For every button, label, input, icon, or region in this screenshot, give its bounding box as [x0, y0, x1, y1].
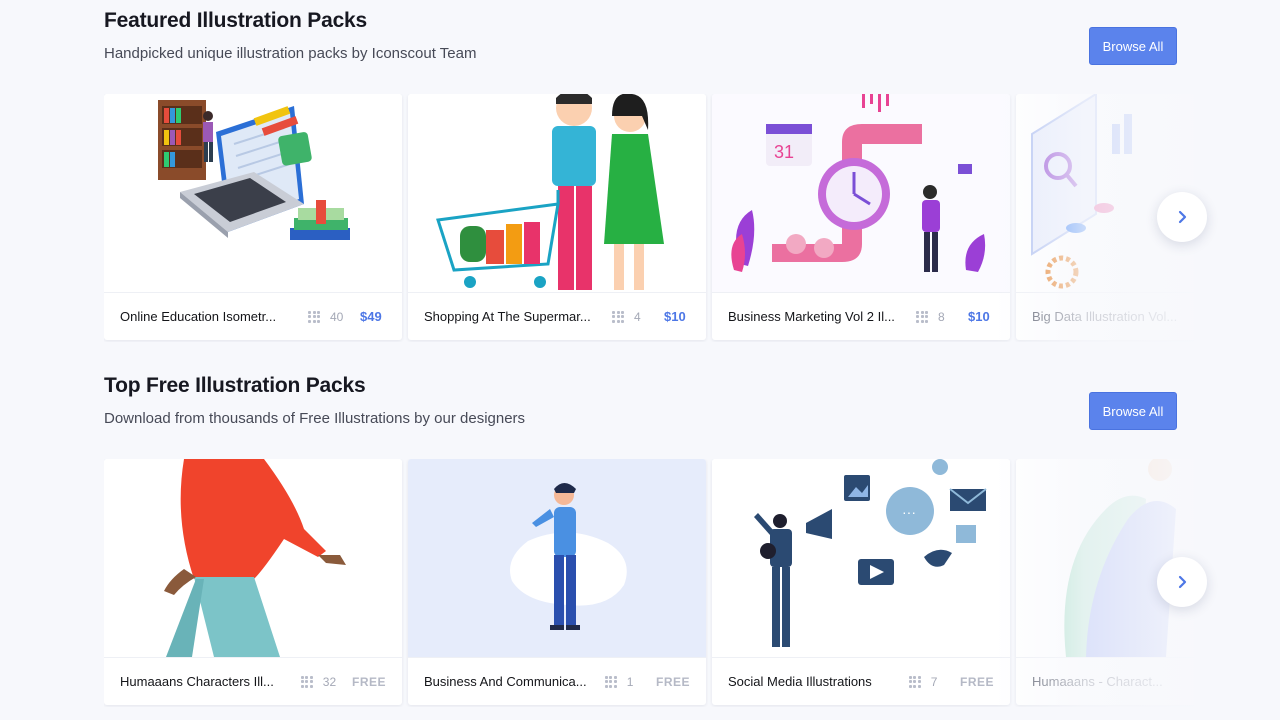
browse-all-button[interactable]: Browse All — [1089, 392, 1177, 430]
pack-price: $10 — [968, 309, 990, 324]
pack-count: 40 — [330, 309, 344, 324]
pack-meta: Big Data Illustration Vol... — [1016, 292, 1194, 340]
pack-count: 32 — [322, 674, 337, 689]
pack-card[interactable]: 31 Business Marketing Vol 2 Il... 8 $10 — [712, 94, 1010, 340]
pack-price: $49 — [360, 309, 382, 324]
pack-meta: Online Education Isometr... 40 $49 — [104, 292, 402, 340]
pack-price: FREE — [351, 674, 386, 689]
pack-meta: Humaaans Characters Ill... 32 FREE — [104, 657, 402, 705]
pack-illustration — [1016, 459, 1194, 657]
pack-name[interactable]: Online Education Isometr... — [120, 309, 300, 324]
pack-card[interactable]: Business And Communica... 1 FREE — [408, 459, 706, 705]
pack-illustration — [408, 94, 706, 292]
pack-card[interactable]: ··· Social Media Illustrations 7 FREE — [712, 459, 1010, 705]
pack-card[interactable]: Online Education Isometr... 40 $49 — [104, 94, 402, 340]
pack-meta: Shopping At The Supermar... 4 $10 — [408, 292, 706, 340]
pack-price: FREE — [655, 674, 690, 689]
grid-icon — [300, 675, 313, 688]
pack-meta: Social Media Illustrations 7 FREE — [712, 657, 1010, 705]
pack-price: FREE — [959, 674, 994, 689]
featured-section: Featured Illustration Packs Handpicked u… — [0, 0, 1280, 350]
pack-name[interactable]: Humaaans Characters Ill... — [120, 674, 293, 689]
pack-count: 7 — [930, 674, 938, 689]
svg-text:31: 31 — [774, 142, 794, 162]
pack-illustration — [1016, 94, 1194, 292]
pack-name[interactable]: Humaaans - Charact... — [1032, 674, 1194, 689]
pack-illustration — [104, 459, 402, 657]
pack-name[interactable]: Shopping At The Supermar... — [424, 309, 604, 324]
pack-price: $10 — [664, 309, 686, 324]
pack-name[interactable]: Big Data Illustration Vol... — [1032, 309, 1194, 324]
grid-icon — [604, 675, 617, 688]
pack-name[interactable]: Social Media Illustrations — [728, 674, 901, 689]
svg-text:···: ··· — [902, 504, 916, 520]
featured-carousel: Online Education Isometr... 40 $49 Shopp… — [104, 94, 1194, 342]
grid-icon — [612, 310, 624, 323]
pack-card[interactable]: Shopping At The Supermar... 4 $10 — [408, 94, 706, 340]
pack-meta: Humaaans - Charact... — [1016, 657, 1194, 705]
pack-illustration — [408, 459, 706, 657]
grid-icon — [308, 310, 320, 323]
browse-all-button[interactable]: Browse All — [1089, 27, 1177, 65]
section-subtitle: Download from thousands of Free Illustra… — [104, 410, 526, 427]
pack-meta: Business And Communica... 1 FREE — [408, 657, 706, 705]
section-subtitle: Handpicked unique illustration packs by … — [104, 45, 477, 62]
pack-count: 4 — [634, 309, 641, 324]
chevron-right-icon[interactable] — [1157, 192, 1207, 242]
pack-card[interactable]: Humaaans Characters Ill... 32 FREE — [104, 459, 402, 705]
section-title: Top Free Illustration Packs — [104, 374, 366, 397]
chevron-right-icon[interactable] — [1157, 557, 1207, 607]
pack-count: 8 — [938, 309, 945, 324]
grid-icon — [908, 675, 921, 688]
pack-illustration — [104, 94, 402, 292]
section-title: Featured Illustration Packs — [104, 9, 368, 32]
pack-count: 1 — [626, 674, 634, 689]
free-section: Top Free Illustration Packs Download fro… — [0, 365, 1280, 720]
pack-name[interactable]: Business And Communica... — [424, 674, 597, 689]
pack-meta: Business Marketing Vol 2 Il... 8 $10 — [712, 292, 1010, 340]
free-carousel: Humaaans Characters Ill... 32 FREE Busin… — [104, 459, 1194, 707]
pack-name[interactable]: Business Marketing Vol 2 Il... — [728, 309, 908, 324]
pack-illustration: ··· — [712, 459, 1010, 657]
pack-illustration: 31 — [712, 94, 1010, 292]
grid-icon — [916, 310, 928, 323]
